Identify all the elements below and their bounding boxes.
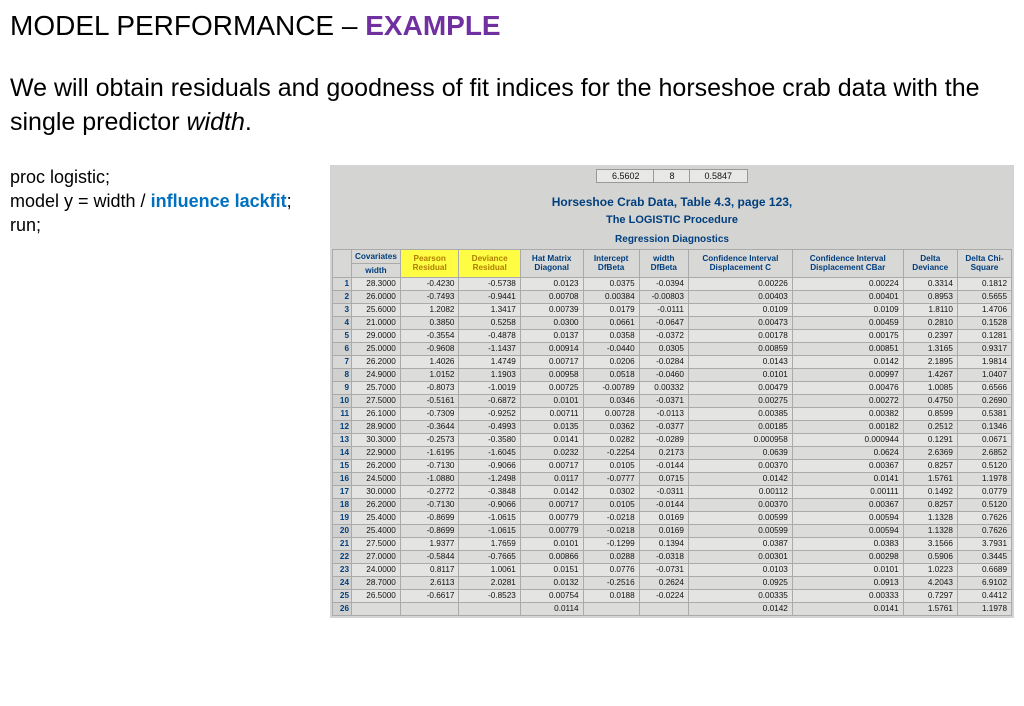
table-row: 1624.5000-1.0880-1.24980.0117-0.07770.07… [333, 472, 1012, 485]
table-row: 2526.5000-0.6617-0.85230.007540.0188-0.0… [333, 589, 1012, 602]
page-title: MODEL PERFORMANCE – EXAMPLE [10, 10, 1014, 42]
table-row: 128.3000-0.4230-0.57380.01230.0375-0.039… [333, 277, 1012, 290]
table-row: 1730.0000-0.2772-0.38480.01420.0302-0.03… [333, 485, 1012, 498]
table-row: 226.0000-0.7493-0.94410.007080.00384-0.0… [333, 290, 1012, 303]
title-prefix: MODEL PERFORMANCE – [10, 10, 365, 41]
table-row: 260.01140.01420.01411.57611.1978 [333, 602, 1012, 615]
table-row: 1422.9000-1.6195-1.60450.0232-0.22540.21… [333, 446, 1012, 459]
table-row: 1330.3000-0.2573-0.35800.01410.0282-0.02… [333, 433, 1012, 446]
table-row: 1826.2000-0.7130-0.90660.007170.0105-0.0… [333, 498, 1012, 511]
output-section: Regression Diagnostics [332, 232, 1012, 249]
table-row: 726.20001.40261.47490.007170.0206-0.0284… [333, 355, 1012, 368]
output-title: Horseshoe Crab Data, Table 4.3, page 123… [332, 185, 1012, 212]
table-row: 1027.5000-0.5161-0.68720.01010.0346-0.03… [333, 394, 1012, 407]
table-row: 824.90001.01521.19030.009580.0518-0.0460… [333, 368, 1012, 381]
table-row: 2025.4000-0.8699-1.06150.00779-0.02180.0… [333, 524, 1012, 537]
table-row: 2428.70002.61132.02810.0132-0.25160.2624… [333, 576, 1012, 589]
table-row: 421.00000.38500.52580.03000.0661-0.06470… [333, 316, 1012, 329]
title-highlight: EXAMPLE [365, 10, 500, 41]
table-row: 1526.2000-0.7130-0.90660.007170.0105-0.0… [333, 459, 1012, 472]
table-row: 529.0000-0.3554-0.48780.01370.0358-0.037… [333, 329, 1012, 342]
table-row: 2227.0000-0.5844-0.76650.008660.0288-0.0… [333, 550, 1012, 563]
table-row: 925.7000-0.8073-1.00190.00725-0.007890.0… [333, 381, 1012, 394]
sas-output: 6.560280.5847 Horseshoe Crab Data, Table… [330, 165, 1014, 618]
table-row: 1126.1000-0.7309-0.92520.007110.00728-0.… [333, 407, 1012, 420]
diagnostics-table: Covariates Pearson Residual Deviance Res… [332, 249, 1012, 616]
top-stats: 6.560280.5847 [332, 167, 1012, 185]
table-row: 1925.4000-0.8699-1.06150.00779-0.02180.0… [333, 511, 1012, 524]
table-row: 2324.00000.81171.00610.01510.0776-0.0731… [333, 563, 1012, 576]
output-subtitle: The LOGISTIC Procedure [332, 212, 1012, 232]
table-row: 1228.9000-0.3644-0.49930.01350.0362-0.03… [333, 420, 1012, 433]
table-row: 325.60001.20821.34170.007390.0179-0.0111… [333, 303, 1012, 316]
table-row: 625.0000-0.9608-1.14370.00914-0.04400.03… [333, 342, 1012, 355]
description-text: We will obtain residuals and goodness of… [10, 72, 1014, 140]
table-row: 2127.50001.93771.76590.0101-0.12990.1394… [333, 537, 1012, 550]
sas-code: proc logistic; model y = width / influen… [10, 165, 330, 238]
